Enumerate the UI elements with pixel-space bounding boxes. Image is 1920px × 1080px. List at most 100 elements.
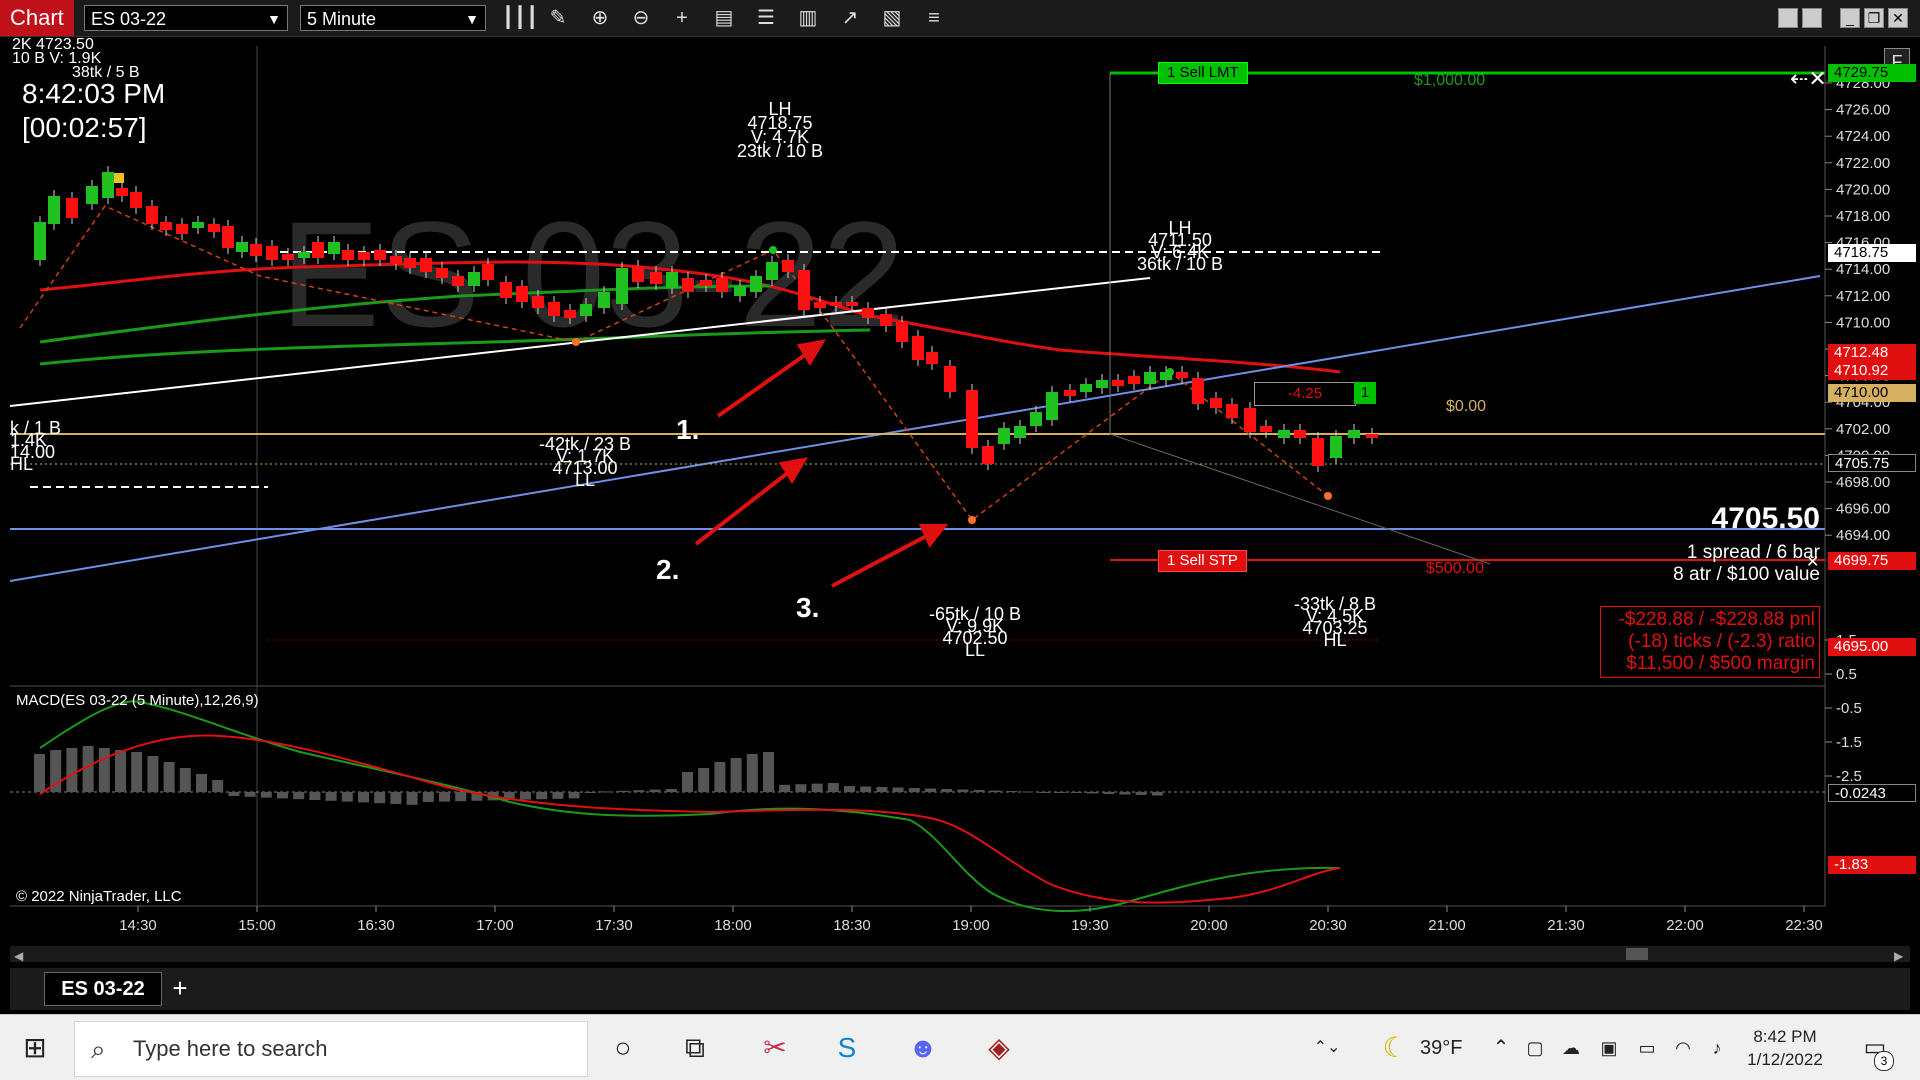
scroll-taskbar-icon[interactable]: ⌃⌄ xyxy=(1302,1023,1352,1073)
candle-down xyxy=(420,258,432,272)
macd-line xyxy=(39,700,1341,913)
scroll-left-icon[interactable]: ◀ xyxy=(14,949,24,963)
sell-stop-order[interactable]: 1 Sell STP xyxy=(1158,550,1247,572)
macd-signal-line xyxy=(39,734,1341,904)
tab-es-03-22[interactable]: ES 03-22 xyxy=(44,972,162,1006)
signal-marker xyxy=(114,173,124,183)
macd-histogram-bar xyxy=(1103,792,1115,794)
instrument-selector[interactable]: ES 03-22 ▼ xyxy=(84,5,288,31)
ninjatrader-window: Chart ES 03-22 ▼ 5 Minute ▼ ┃┃┃ ✎ ⊕ ⊖ + … xyxy=(0,0,1920,1080)
price-chart-canvas[interactable]: ES 03-22 14:30 15:00 16:30 17:00 17:30 1… xyxy=(10,46,1910,966)
candle-down xyxy=(782,260,794,272)
candle-up xyxy=(468,272,480,286)
scrollbar-thumb[interactable] xyxy=(1626,948,1648,960)
candle-down xyxy=(390,256,402,264)
snipping-tool-icon[interactable]: ✂ xyxy=(750,1023,800,1073)
macd-histogram-bar xyxy=(811,783,823,792)
discord-icon[interactable]: ☻ xyxy=(898,1023,948,1073)
candle-down xyxy=(452,276,464,286)
close-order-icon[interactable]: ⇠✕ xyxy=(1790,66,1827,92)
swing-label: -42tk / 23 B V: 1.7K 4713.00 LL xyxy=(520,435,650,490)
price-tick-label: 4722.00 xyxy=(1836,155,1890,172)
macd-tick-label: -0.5 xyxy=(1836,700,1862,717)
tray-clock[interactable]: 8:42 PM 1/12/2022 xyxy=(1730,1025,1840,1071)
weather-temp[interactable]: 39°F xyxy=(1420,1037,1462,1060)
candle-down xyxy=(564,310,576,318)
candle-up xyxy=(1096,380,1108,388)
candle-down xyxy=(982,446,994,464)
candle-down xyxy=(814,302,826,308)
properties-icon[interactable]: ☰ xyxy=(752,5,780,31)
task-view-icon[interactable]: ⧉ xyxy=(670,1023,720,1073)
candle-up xyxy=(616,268,628,304)
macd-histogram-bar xyxy=(293,792,305,800)
macd-histogram-bar xyxy=(568,792,580,799)
menu-icon[interactable]: ≡ xyxy=(920,5,948,31)
add-tab-button[interactable]: + xyxy=(164,972,196,1004)
price-tick-label: 4696.00 xyxy=(1836,501,1890,518)
candle-down xyxy=(500,282,512,298)
sell-limit-order[interactable]: 1 Sell LMT xyxy=(1158,62,1248,84)
macd-histogram-bar xyxy=(179,768,191,792)
macd-histogram-bar xyxy=(131,752,143,792)
price-marker-label: 4729.75 xyxy=(1828,64,1916,82)
minimize-button[interactable]: _ xyxy=(1840,8,1860,28)
data-box-icon[interactable]: ▤ xyxy=(710,5,738,31)
swing-low-dot xyxy=(1324,492,1332,500)
price-marker-label: 4699.75 xyxy=(1828,552,1916,570)
macd-histogram-bar xyxy=(746,754,758,792)
skype-icon[interactable]: S xyxy=(822,1023,872,1073)
taskbar-search-box[interactable]: ⌕ Type here to search xyxy=(74,1021,588,1077)
macd-histogram-bar xyxy=(260,792,272,798)
interval-selector[interactable]: 5 Minute ▼ xyxy=(300,5,486,31)
time-tick-label: 17:30 xyxy=(595,917,633,934)
swing-high-dot xyxy=(769,246,777,254)
price-axis: 4728.004726.004724.004722.004720.004718.… xyxy=(1825,75,1890,544)
crosshair-icon[interactable]: + xyxy=(668,5,696,31)
candle-up xyxy=(1030,412,1042,426)
time-tick-label: 14:30 xyxy=(119,917,157,934)
candle-up xyxy=(102,172,114,198)
chart-panel[interactable]: ES 03-22 14:30 15:00 16:30 17:00 17:30 1… xyxy=(10,37,1916,966)
window-mode-icon[interactable] xyxy=(1778,8,1798,28)
candle-down xyxy=(716,278,728,292)
bar-style-icon[interactable]: ┃┃┃ xyxy=(502,5,538,31)
swing-label-line: LL xyxy=(574,470,596,490)
swing-label-line: LL xyxy=(964,640,986,660)
window-mode-icon[interactable] xyxy=(1802,8,1822,28)
swing-high-dot xyxy=(1166,368,1174,376)
templates-icon[interactable]: ▧ xyxy=(878,5,906,31)
horizontal-scrollbar[interactable] xyxy=(10,946,1910,962)
macd-histogram-bar xyxy=(34,754,45,792)
candle-down xyxy=(966,390,978,448)
cortana-icon[interactable]: ○ xyxy=(598,1023,648,1073)
weather-moon-icon[interactable]: ☾ xyxy=(1370,1023,1420,1073)
draw-pencil-icon[interactable]: ✎ xyxy=(544,5,572,31)
candle-up xyxy=(236,242,248,252)
ninjatrader-icon[interactable]: ◈ xyxy=(974,1023,1024,1073)
tray-time-text: 8:42 PM xyxy=(1753,1027,1817,1046)
indicators-icon[interactable]: ↗ xyxy=(836,5,864,31)
scroll-right-icon[interactable]: ▶ xyxy=(1894,949,1904,963)
strategies-icon[interactable]: ▥ xyxy=(794,5,822,31)
candle-down xyxy=(896,322,908,342)
position-pnl[interactable]: -4.25 xyxy=(1254,382,1356,406)
price-marker-label: 4695.00 xyxy=(1828,638,1916,656)
restore-button[interactable]: ❐ xyxy=(1864,8,1884,28)
chevron-down-icon: ▼ xyxy=(465,11,479,27)
macd-histogram-bar xyxy=(989,790,1001,792)
price-tick-label: 4702.00 xyxy=(1836,421,1890,438)
position-quantity[interactable]: 1 xyxy=(1354,382,1376,404)
macd-histogram-bar xyxy=(827,783,839,792)
zoom-out-icon[interactable]: ⊖ xyxy=(627,5,655,31)
zoom-in-icon[interactable]: ⊕ xyxy=(586,5,614,31)
candle-down xyxy=(548,302,560,316)
windows-start-icon[interactable]: ⊞ xyxy=(10,1023,60,1073)
candle-up xyxy=(998,428,1010,444)
macd-histogram-bar xyxy=(908,788,920,792)
close-button[interactable]: ✕ xyxy=(1888,8,1908,28)
candle-down xyxy=(1312,438,1324,466)
price-marker-label: 4718.75 xyxy=(1828,244,1916,262)
candle-down xyxy=(1210,398,1222,408)
candle-down xyxy=(700,280,712,286)
